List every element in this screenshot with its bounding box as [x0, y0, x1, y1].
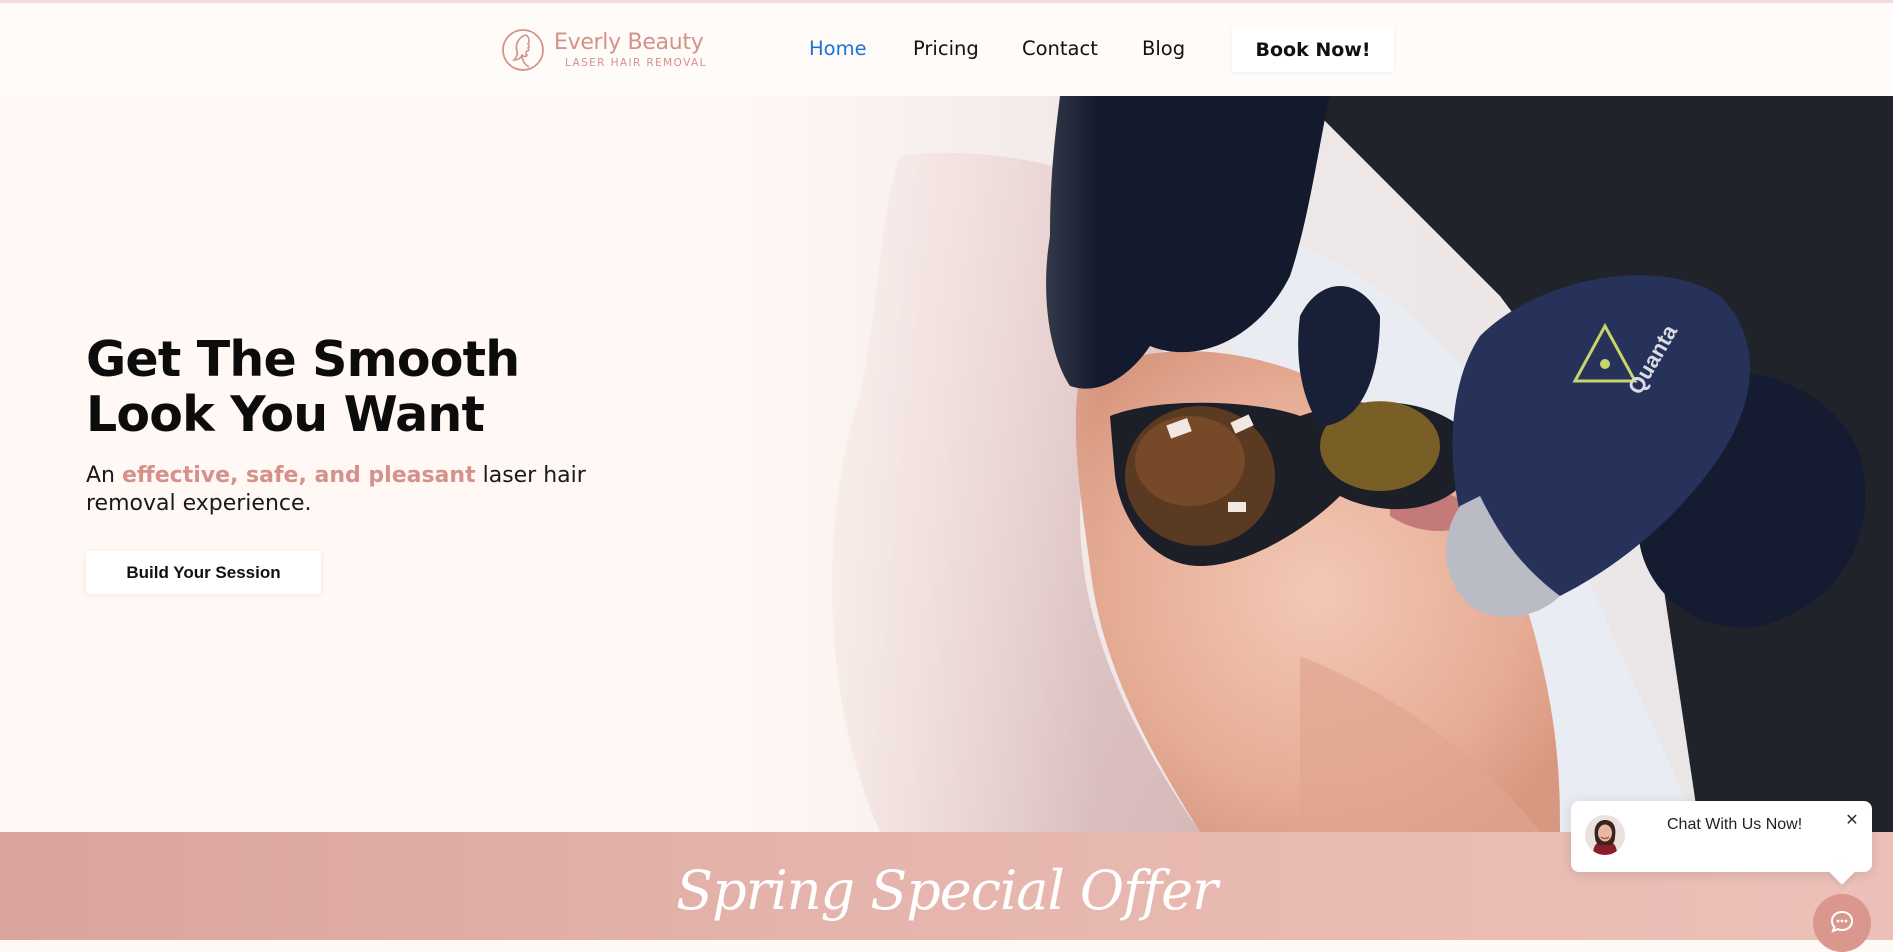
hero-subtitle: An effective, safe, and pleasant laser h… — [86, 462, 586, 518]
brand-tagline: LASER HAIR REMOVAL — [565, 57, 707, 69]
brand-logo[interactable]: Everly Beauty LASER HAIR REMOVAL — [500, 25, 710, 75]
chat-popup[interactable]: Chat With Us Now! ✕ — [1571, 801, 1872, 872]
hero-section: Quanta Get The Smooth Look You Want An e… — [0, 96, 1893, 832]
hero-subtitle-highlight: effective, safe, and pleasant — [122, 463, 476, 488]
nav-item-pricing[interactable]: Pricing — [913, 37, 979, 60]
nav-item-contact[interactable]: Contact — [1022, 37, 1098, 60]
close-icon[interactable]: ✕ — [1843, 811, 1861, 829]
hero-title: Get The Smooth Look You Want — [86, 331, 520, 443]
book-now-button[interactable]: Book Now! — [1232, 27, 1394, 72]
nav-item-home[interactable]: Home — [809, 37, 867, 60]
build-session-button[interactable]: Build Your Session — [86, 551, 321, 594]
brand-name: Everly Beauty — [554, 30, 704, 55]
woman-profile-icon — [502, 29, 544, 71]
chat-message: Chat With Us Now! — [1667, 816, 1803, 833]
chat-launcher-button[interactable] — [1813, 894, 1871, 952]
chat-bubble-icon — [1830, 910, 1854, 933]
site-header: Everly Beauty LASER HAIR REMOVAL Home Pr… — [0, 3, 1893, 96]
nav-item-blog[interactable]: Blog — [1142, 37, 1185, 60]
hero-subtitle-pre: An — [86, 463, 115, 488]
agent-avatar — [1585, 815, 1625, 855]
